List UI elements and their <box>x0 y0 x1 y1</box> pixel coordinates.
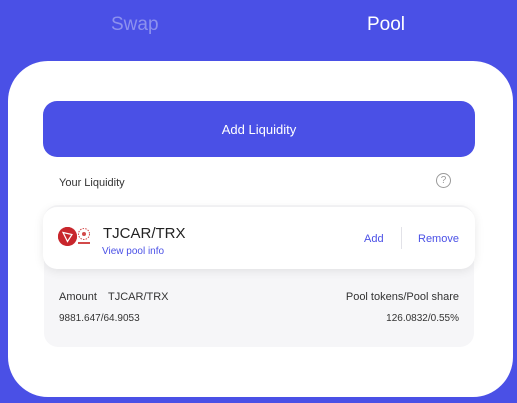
pool-share-value: 126.0832/0.55% <box>386 313 459 324</box>
pool-share-label: Pool tokens/Pool share <box>345 291 459 303</box>
tab-pool[interactable]: Pool <box>367 14 405 36</box>
add-liquidity-label: Add Liquidity <box>221 121 297 137</box>
divider <box>401 227 402 249</box>
amount-value: 9881.647/64.9053 <box>59 313 140 324</box>
help-icon[interactable]: ? <box>436 173 451 188</box>
remove-button[interactable]: Remove <box>418 233 459 245</box>
pool-card: Add Liquidity Your Liquidity ? TJCAR/TRX… <box>8 61 513 397</box>
add-liquidity-button[interactable]: Add Liquidity <box>43 101 475 157</box>
amount-pair-label: TJCAR/TRX <box>108 291 169 303</box>
jcar-logo-icon <box>76 227 92 246</box>
tron-logo-icon <box>58 227 77 246</box>
tab-bar: Swap Pool <box>0 0 517 60</box>
tab-swap[interactable]: Swap <box>111 14 159 36</box>
add-button[interactable]: Add <box>364 233 384 245</box>
liquidity-position-row: TJCAR/TRX View pool info Add Remove <box>43 207 475 269</box>
pair-name: TJCAR/TRX <box>103 225 186 242</box>
your-liquidity-title: Your Liquidity <box>59 177 125 189</box>
amount-label: Amount <box>59 291 97 303</box>
view-pool-info-link[interactable]: View pool info <box>102 246 164 257</box>
